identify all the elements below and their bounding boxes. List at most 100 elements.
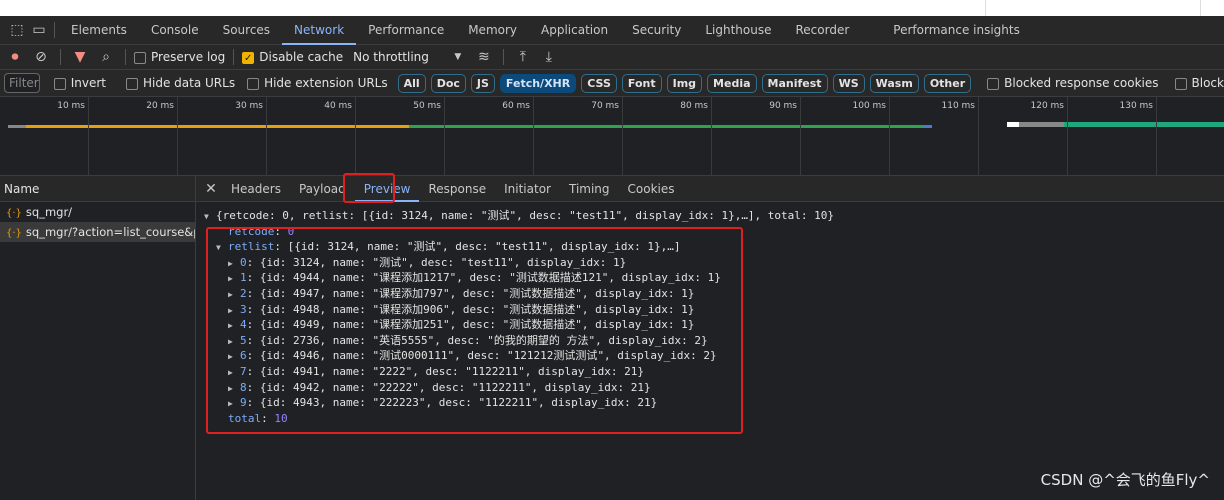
filter-icon[interactable]: ▼ (69, 46, 91, 68)
name-column-header[interactable]: Name (0, 176, 195, 202)
timeline-tick-label: 40 ms (324, 101, 352, 111)
xhr-icon: {·} (6, 228, 22, 239)
hide-data-urls-checkbox[interactable]: Hide data URLs (126, 76, 235, 90)
clear-icon[interactable]: ⊘ (30, 46, 52, 68)
type-filter-font[interactable]: Font (621, 73, 662, 93)
type-filter-wasm[interactable]: Wasm (869, 73, 919, 93)
watermark: CSDN @^会飞的鱼Fly^ (1040, 471, 1210, 489)
timeline-tick-label: 100 ms (852, 101, 887, 111)
highlight-preview-tab (343, 173, 395, 203)
details-tab-response[interactable]: Response (419, 176, 495, 202)
request-name: sq_mgr/?action=list_course&p... (25, 225, 195, 239)
throttling-select[interactable]: No throttling (353, 50, 429, 64)
tab-security[interactable]: Security (620, 16, 693, 45)
highlight-retlist (206, 227, 743, 434)
timeline-tick-label: 80 ms (680, 101, 708, 111)
timeline-tick-label: 90 ms (769, 101, 797, 111)
timeline-tick-label: 60 ms (502, 101, 530, 111)
timeline-bar-download (409, 125, 924, 128)
details-panel: ✕ Headers Payload Preview Response Initiator… (196, 173, 1224, 500)
inspect-element-icon[interactable]: ⬚ (6, 19, 28, 41)
request-list: Name {·} sq_mgr/{·} sq_mgr/?action=list_co… (0, 176, 196, 500)
network-conditions-icon[interactable]: ≋ (473, 46, 495, 68)
details-tab-cookies[interactable]: Cookies (619, 176, 684, 202)
devtools-tabbar: ⬚ ▭ Elements Console Sources Network Perform… (0, 16, 1224, 45)
timeline-bar-queue (8, 125, 26, 128)
network-overview-timeline[interactable]: 10 ms 20 ms 30 ms 40 ms 50 ms 60 ms 70 ms 80 ms… (0, 97, 1224, 176)
timeline-tick-label: 50 ms (413, 101, 441, 111)
type-filter-manifest[interactable]: Manifest (761, 73, 828, 93)
xhr-icon: {·} (6, 208, 22, 219)
tab-elements[interactable]: Elements (59, 16, 139, 45)
request-row[interactable]: {·} sq_mgr/ (0, 202, 195, 222)
timeline-tick: 130 ms (1120, 97, 1157, 176)
type-filter-fetch-xhr[interactable]: Fetch/XHR (499, 73, 577, 93)
request-row[interactable]: {·} sq_mgr/?action=list_course&p... (0, 222, 195, 242)
network-toolbar: ⏺ ⊘ ▼ ⌕ Preserve log ✓ Disable cache No t… (0, 45, 1224, 70)
type-filter-img[interactable]: Img (666, 73, 703, 93)
timeline-tick-label: 70 ms (591, 101, 619, 111)
timeline-tick: 50 ms (413, 97, 445, 176)
close-icon[interactable]: ✕ (200, 178, 222, 200)
timeline-tick-label: 110 ms (941, 101, 976, 111)
tab-performance-insights[interactable]: Performance insights (881, 16, 1032, 45)
hide-extension-urls-checkbox[interactable]: Hide extension URLs (247, 76, 388, 90)
json-summary: {retcode: 0, retlist: [{id: 3124, name: … (216, 209, 835, 222)
tab-network[interactable]: Network (282, 16, 357, 45)
timeline-tick-label: 20 ms (146, 101, 174, 111)
timeline-bar-end (924, 125, 932, 128)
preserve-log-checkbox[interactable]: Preserve log (134, 50, 225, 64)
device-toolbar-icon[interactable]: ▭ (28, 19, 50, 41)
type-filter-all[interactable]: All (397, 73, 426, 93)
tab-application[interactable]: Application (529, 16, 620, 45)
timeline-bar-download-2 (1064, 122, 1224, 127)
details-tab-initiator[interactable]: Initiator (495, 176, 560, 202)
tab-sources[interactable]: Sources (211, 16, 282, 45)
timeline-tick: 70 ms (591, 97, 623, 176)
invert-checkbox[interactable]: Invert (53, 76, 106, 90)
chevron-down-icon[interactable]: ▼ (447, 46, 469, 68)
details-tab-timing[interactable]: Timing (560, 176, 619, 202)
filter-row: Filter Invert Hide data URLs Hide extens… (0, 70, 1224, 97)
timeline-tick: 10 ms (57, 97, 89, 176)
timeline-tick: 80 ms (680, 97, 712, 176)
timeline-tick: 120 ms (1031, 97, 1068, 176)
timeline-tick: 60 ms (502, 97, 534, 176)
timeline-bar-waiting-2 (1019, 122, 1064, 127)
timeline-bar-queue-2 (1007, 122, 1019, 127)
import-har-icon[interactable]: ⤒ (512, 46, 534, 68)
disable-cache-checkbox[interactable]: ✓ Disable cache (242, 50, 343, 64)
timeline-tick: 110 ms (942, 97, 979, 176)
timeline-tick: 40 ms (324, 97, 356, 176)
timeline-tick: 30 ms (235, 97, 267, 176)
tab-performance[interactable]: Performance (356, 16, 456, 45)
details-tab-headers[interactable]: Headers (222, 176, 290, 202)
blocked-response-cookies-checkbox[interactable]: Blocked response cookies (987, 76, 1159, 90)
type-filter-css[interactable]: CSS (581, 73, 617, 93)
timeline-bar-waiting (26, 125, 409, 128)
tab-memory[interactable]: Memory (456, 16, 529, 45)
type-filter-other[interactable]: Other (923, 73, 972, 93)
timeline-tick: 100 ms (853, 97, 890, 176)
tab-recorder[interactable]: Recorder (784, 16, 862, 45)
browser-top-strip (0, 0, 1224, 16)
timeline-tick-label: 120 ms (1030, 101, 1065, 111)
type-filter-ws[interactable]: WS (832, 73, 865, 93)
json-root[interactable]: ▼ {retcode: 0, retlist: [{id: 3124, name:… (204, 208, 1224, 224)
tab-lighthouse[interactable]: Lighthouse (693, 16, 783, 45)
timeline-tick-label: 10 ms (57, 101, 85, 111)
record-stop-icon[interactable]: ⏺ (4, 46, 26, 68)
search-icon[interactable]: ⌕ (95, 46, 117, 68)
timeline-tick-label: 130 ms (1119, 101, 1154, 111)
filter-input[interactable]: Filter (4, 73, 40, 93)
blocked-requests-checkbox[interactable]: Blocked r (1174, 76, 1224, 90)
type-filter-doc[interactable]: Doc (430, 73, 466, 93)
request-name: sq_mgr/ (25, 205, 73, 219)
timeline-tick-label: 30 ms (235, 101, 263, 111)
type-filter-media[interactable]: Media (707, 73, 757, 93)
timeline-tick: 20 ms (146, 97, 178, 176)
export-har-icon[interactable]: ⤓ (538, 46, 560, 68)
timeline-tick: 90 ms (769, 97, 801, 176)
type-filter-js[interactable]: JS (470, 73, 495, 93)
tab-console[interactable]: Console (139, 16, 211, 45)
